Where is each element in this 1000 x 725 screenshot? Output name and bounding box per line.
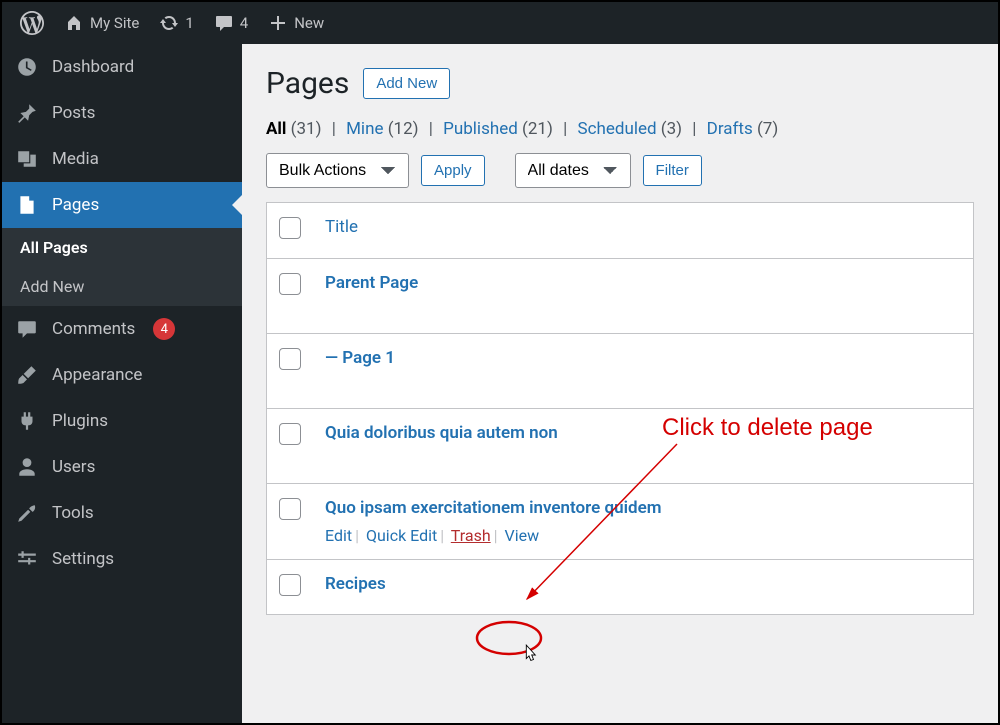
filter-drafts[interactable]: Drafts — [707, 119, 753, 139]
adminbar-site[interactable]: My Site — [54, 2, 149, 44]
home-icon — [64, 13, 84, 33]
adminbar-comments-count: 4 — [240, 14, 248, 32]
filter-scheduled-count: (3) — [661, 119, 682, 139]
pages-table: Title Parent Page — Page 1 Quia doloribu… — [266, 202, 974, 615]
user-icon — [16, 456, 38, 478]
adminbar-site-name: My Site — [90, 14, 139, 32]
sidebar-item-media[interactable]: Media — [2, 136, 242, 182]
page-icon — [16, 194, 38, 216]
media-icon — [16, 148, 38, 170]
select-all-checkbox[interactable] — [279, 217, 301, 239]
sidebar-submenu-pages: All Pages Add New — [2, 228, 242, 306]
row-title-link[interactable]: Quia doloribus quia autem non — [325, 423, 558, 443]
sliders-icon — [16, 548, 38, 570]
row-checkbox[interactable] — [279, 348, 301, 370]
row-title-link[interactable]: Recipes — [325, 574, 386, 594]
page-heading: Pages Add New — [266, 66, 974, 101]
sidebar-item-label: Media — [52, 149, 99, 169]
row-title-link[interactable]: Parent Page — [325, 273, 418, 293]
sidebar-item-label: Settings — [52, 549, 114, 569]
sidebar-item-users[interactable]: Users — [2, 444, 242, 490]
filter-button[interactable]: Filter — [643, 155, 702, 186]
annotation-circle — [474, 619, 544, 657]
filter-all[interactable]: All — [266, 119, 286, 139]
filter-all-count: (31) — [291, 119, 322, 139]
action-view[interactable]: View — [505, 526, 540, 545]
filter-mine[interactable]: Mine — [346, 119, 383, 139]
adminbar-new-label: New — [294, 14, 324, 32]
row-checkbox[interactable] — [279, 423, 301, 445]
cursor-icon — [520, 644, 538, 666]
date-filter-select[interactable]: All dates — [515, 153, 631, 188]
sidebar-item-label: Tools — [52, 503, 94, 523]
wp-logo-icon[interactable] — [10, 2, 54, 44]
row-title-link[interactable]: Quo ipsam exercitationem inventore quide… — [325, 498, 662, 518]
sidebar-item-comments[interactable]: Comments 4 — [2, 306, 242, 352]
table-row: Recipes — [267, 560, 974, 615]
tablenav-top: Bulk Actions Apply All dates Filter — [266, 153, 974, 188]
sidebar-item-label: Plugins — [52, 411, 108, 431]
table-row: Parent Page — [267, 259, 974, 334]
row-checkbox[interactable] — [279, 273, 301, 295]
table-row: — Page 1 — [267, 334, 974, 409]
page-title: Pages — [266, 66, 349, 101]
bulk-actions-select[interactable]: Bulk Actions — [266, 153, 409, 188]
row-title-link[interactable]: — Page 1 — [325, 348, 395, 368]
row-actions: Edit| Quick Edit| Trash| View — [325, 526, 961, 545]
sidebar-item-tools[interactable]: Tools — [2, 490, 242, 536]
sidebar-item-pages[interactable]: Pages — [2, 182, 242, 228]
adminbar-updates-count: 1 — [185, 14, 193, 32]
adminbar-comments[interactable]: 4 — [204, 2, 258, 44]
submenu-all-pages[interactable]: All Pages — [2, 228, 242, 267]
adminbar-updates[interactable]: 1 — [149, 2, 203, 44]
action-trash[interactable]: Trash — [451, 526, 491, 545]
comment-icon — [214, 13, 234, 33]
sidebar-item-label: Appearance — [52, 365, 142, 385]
row-checkbox[interactable] — [279, 498, 301, 520]
table-row: Quo ipsam exercitationem inventore quide… — [267, 484, 974, 560]
sidebar-item-appearance[interactable]: Appearance — [2, 352, 242, 398]
dashboard-icon — [16, 56, 38, 78]
pin-icon — [16, 102, 38, 124]
sidebar-item-label: Users — [52, 457, 95, 477]
content-area: Pages Add New All (31) | Mine (12) | Pub… — [242, 44, 998, 723]
update-icon — [159, 13, 179, 33]
admin-bar: My Site 1 4 New — [2, 2, 998, 44]
annotation-text: Click to delete page — [662, 414, 873, 442]
plus-icon — [268, 13, 288, 33]
filter-drafts-count: (7) — [757, 119, 778, 139]
plug-icon — [16, 410, 38, 432]
sidebar-item-label: Comments — [52, 319, 135, 339]
sidebar-item-label: Pages — [52, 195, 99, 215]
comments-badge: 4 — [153, 318, 175, 340]
add-new-button[interactable]: Add New — [363, 68, 450, 99]
row-checkbox[interactable] — [279, 574, 301, 596]
sidebar-item-label: Posts — [52, 103, 95, 123]
adminbar-new[interactable]: New — [258, 2, 334, 44]
filter-mine-count: (12) — [388, 119, 419, 139]
filter-published-count: (21) — [522, 119, 553, 139]
wrench-icon — [16, 502, 38, 524]
submenu-add-new[interactable]: Add New — [2, 267, 242, 306]
brush-icon — [16, 364, 38, 386]
sidebar-item-settings[interactable]: Settings — [2, 536, 242, 582]
filter-links: All (31) | Mine (12) | Published (21) | … — [266, 119, 974, 139]
action-edit[interactable]: Edit — [325, 526, 352, 545]
sidebar-item-dashboard[interactable]: Dashboard — [2, 44, 242, 90]
sidebar-item-label: Dashboard — [52, 57, 134, 77]
action-quick-edit[interactable]: Quick Edit — [366, 526, 437, 545]
comment-icon — [16, 318, 38, 340]
filter-scheduled[interactable]: Scheduled — [577, 119, 656, 139]
sidebar-item-posts[interactable]: Posts — [2, 90, 242, 136]
admin-sidebar: Dashboard Posts Media Pages All Pages Ad… — [2, 44, 242, 723]
apply-button[interactable]: Apply — [421, 155, 485, 186]
filter-published[interactable]: Published — [443, 119, 518, 139]
sidebar-item-plugins[interactable]: Plugins — [2, 398, 242, 444]
title-column-header[interactable]: Title — [325, 217, 358, 237]
